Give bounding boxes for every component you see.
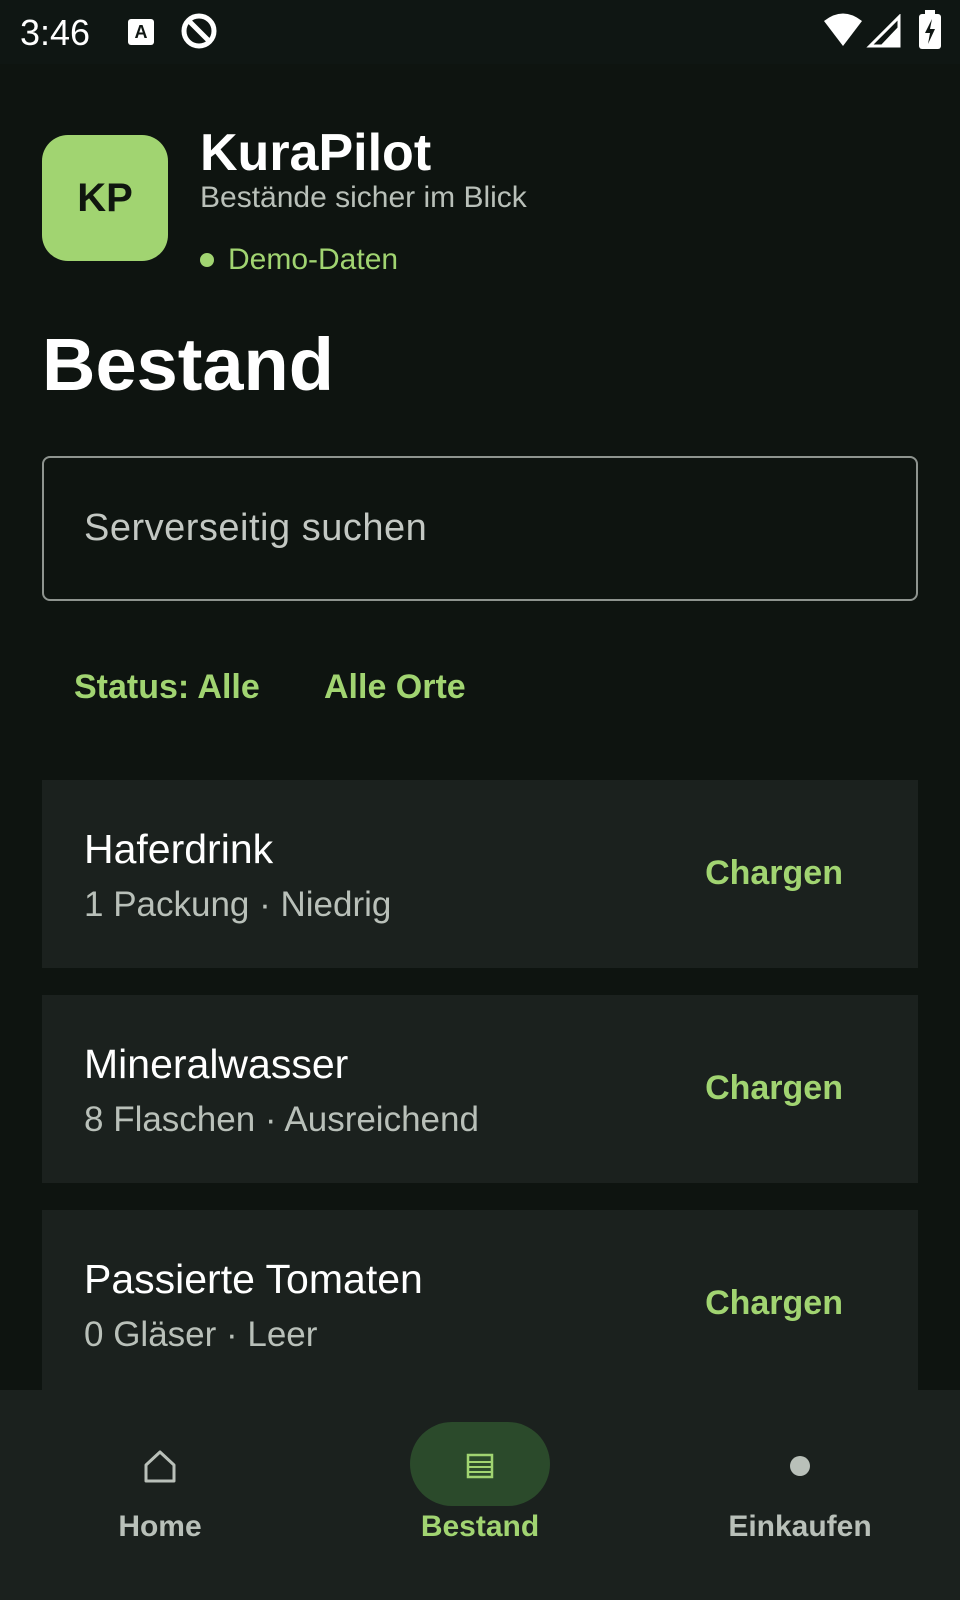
- app-header: KP KuraPilot Bestände sicher im Blick De…: [42, 124, 922, 285]
- app-tagline: Bestände sicher im Blick: [200, 181, 527, 214]
- demo-data-label: Demo-Daten: [228, 243, 399, 276]
- list-item[interactable]: Passierte Tomaten 0 Gläser · Leer Charge…: [42, 1210, 918, 1398]
- item-name: Haferdrink: [84, 826, 274, 872]
- home-icon: [0, 1440, 320, 1488]
- no-entry-circle-icon: [180, 12, 218, 55]
- battery-charging-icon: [918, 10, 942, 55]
- status-bar: 3:46 A: [0, 0, 960, 64]
- search-placeholder: Serverseitig suchen: [84, 507, 428, 549]
- status-filter-button[interactable]: Status: Alle: [74, 668, 260, 707]
- dot-icon: [640, 1440, 960, 1488]
- search-input[interactable]: Serverseitig suchen: [42, 456, 918, 601]
- page-title: Bestand: [42, 323, 334, 406]
- list-icon: [320, 1440, 640, 1488]
- nav-label-einkaufen: Einkaufen: [728, 1510, 872, 1543]
- item-name: Passierte Tomaten: [84, 1256, 423, 1302]
- status-time: 3:46: [20, 12, 91, 53]
- batches-button[interactable]: Chargen: [705, 1069, 843, 1108]
- list-item[interactable]: Haferdrink 1 Packung · Niedrig Chargen: [42, 780, 918, 968]
- nav-item-home[interactable]: Home: [0, 1390, 320, 1600]
- text-a-icon: A: [128, 19, 154, 45]
- inventory-list: Haferdrink 1 Packung · Niedrig Chargen M…: [42, 780, 918, 1425]
- nav-item-einkaufen[interactable]: Einkaufen: [640, 1390, 960, 1600]
- item-detail: 8 Flaschen · Ausreichend: [84, 1100, 479, 1139]
- list-item[interactable]: Mineralwasser 8 Flaschen · Ausreichend C…: [42, 995, 918, 1183]
- item-detail: 0 Gläser · Leer: [84, 1315, 318, 1354]
- nav-item-bestand[interactable]: Bestand: [320, 1390, 640, 1600]
- nav-label-home: Home: [118, 1510, 202, 1543]
- status-dot-icon: [200, 253, 214, 267]
- demo-data-badge: Demo-Daten: [200, 243, 398, 277]
- signal-icon: [866, 13, 902, 53]
- batches-button[interactable]: Chargen: [705, 1284, 843, 1323]
- wifi-icon: [823, 12, 863, 53]
- bottom-navigation: Home Bestand Einkaufen: [0, 1390, 960, 1600]
- batches-button[interactable]: Chargen: [705, 854, 843, 893]
- nav-label-bestand: Bestand: [420, 1510, 540, 1543]
- item-detail: 1 Packung · Niedrig: [84, 885, 392, 924]
- app-logo: KP: [42, 135, 168, 261]
- item-name: Mineralwasser: [84, 1041, 349, 1087]
- location-filter-button[interactable]: Alle Orte: [324, 668, 466, 707]
- app-name: KuraPilot: [200, 124, 432, 182]
